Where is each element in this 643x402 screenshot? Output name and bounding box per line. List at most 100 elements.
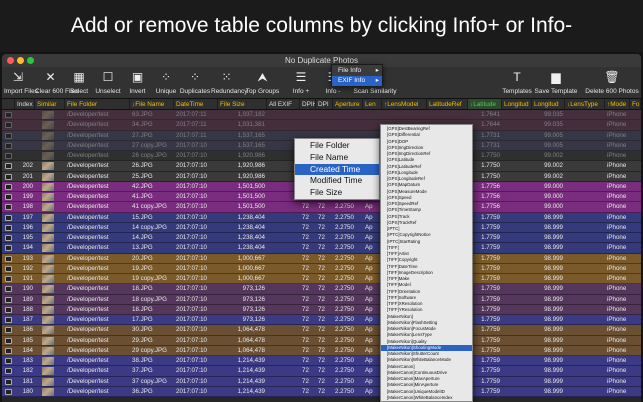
- row-checkbox[interactable]: [5, 317, 12, 323]
- column-header[interactable]: ↑LensModel: [382, 99, 427, 109]
- column-header[interactable]: ↓Latitude: [468, 99, 502, 109]
- toolbar-button-info-plus[interactable]: ☰ Info +: [286, 67, 316, 99]
- menu-item-exif-field[interactable]: [GPS]Differential: [381, 132, 472, 138]
- column-header[interactable]: LatitudeRef: [427, 99, 468, 109]
- row-checkbox[interactable]: [5, 183, 12, 190]
- column-header[interactable]: Len: [363, 99, 382, 109]
- column-header[interactable]: ↓File Name: [130, 99, 174, 109]
- row-checkbox[interactable]: [5, 276, 12, 282]
- column-header[interactable]: Similar: [35, 99, 65, 109]
- menu-item-exif-field[interactable]: [GPS]Track: [381, 214, 472, 220]
- column-header[interactable]: Fo: [630, 99, 641, 109]
- table-row[interactable]: 195/Developer/test 14.JPG 2017:07:10 1,238,…: [2, 233, 641, 244]
- menu-item-exif-field[interactable]: [IPTC]: [381, 226, 472, 232]
- row-checkbox[interactable]: [5, 368, 12, 375]
- row-checkbox[interactable]: [5, 255, 12, 262]
- table-row[interactable]: 197/Developer/test 15.JPG 2017:07:10 1,238,…: [2, 212, 641, 223]
- minimize-window-icon[interactable]: [17, 57, 24, 64]
- menu-item-exif-field[interactable]: [MakerCanon]MinAperture: [381, 382, 472, 388]
- table-row[interactable]: 184/Developer/test 29 copy.JPG 2017:07:10 1…: [2, 345, 641, 356]
- menu-item-exif-field[interactable]: [TIFF]: [381, 245, 472, 251]
- menu-item-exif-field[interactable]: [IPTC]StarRating: [381, 239, 472, 245]
- toolbar-button-import[interactable]: ⇲ Import Files: [4, 67, 38, 99]
- table-row[interactable]: 193/Developer/test 20.JPG 2017:07:10 1,000,…: [2, 253, 641, 264]
- menu-item-exif-field[interactable]: [MakerNikon]ShootingMode: [381, 344, 472, 351]
- menu-item-exif-field[interactable]: [MakerCanon]ContinuousDrive: [381, 370, 472, 376]
- menu-item-exif-field[interactable]: [GPS]Longitude: [381, 170, 472, 176]
- menu-item-exif-field[interactable]: [MakerCanon]UniqueModelID: [381, 389, 472, 395]
- menu-item-modified-time[interactable]: Modified Time: [295, 175, 379, 187]
- menu-item-exif-field[interactable]: [GPS]LongitudeRef: [381, 176, 472, 182]
- row-checkbox[interactable]: [5, 224, 12, 231]
- menu-item-exif-field[interactable]: [MakerNikon]LensType: [381, 332, 472, 338]
- table-row[interactable]: 188/Developer/test 18.JPG 2017:07:10 973,12…: [2, 304, 641, 315]
- toolbar-button-save-template[interactable]: ▆ Save Template: [532, 67, 580, 99]
- menu-item-exif-field[interactable]: [IPTC]CopyrightNotice: [381, 232, 472, 238]
- menu-item-created-time[interactable]: Created Time: [295, 163, 379, 176]
- row-checkbox[interactable]: [5, 204, 12, 211]
- column-header[interactable]: DateTime: [174, 99, 218, 109]
- menu-item-file-info[interactable]: File Info ▸: [332, 66, 382, 76]
- column-header[interactable]: DPIH: [300, 99, 316, 109]
- table-row[interactable]: 183/Developer/test 38.JPG 2017:07:10 1,214,…: [2, 356, 641, 367]
- menu-item-file-folder[interactable]: File Folder: [295, 140, 379, 152]
- table-row[interactable]: /Developer/test 63.JPG 2017:07:11 1,037,182…: [2, 110, 641, 121]
- toolbar-button-templates[interactable]: T Templates: [502, 67, 532, 99]
- row-checkbox[interactable]: [5, 194, 12, 200]
- menu-item-exif-field[interactable]: [GPS]MeasureMode: [381, 189, 472, 195]
- row-checkbox[interactable]: [5, 173, 12, 180]
- table-row[interactable]: 181/Developer/test 37 copy.JPG 2017:07:10 1…: [2, 376, 641, 387]
- row-checkbox[interactable]: [5, 235, 12, 241]
- row-checkbox[interactable]: [5, 112, 12, 118]
- menu-item-exif-field[interactable]: [GPS]ImgDirectionRef: [381, 151, 472, 157]
- table-row[interactable]: 189/Developer/test 18 copy.JPG 2017:07:10 9…: [2, 294, 641, 305]
- table-row[interactable]: 180/Developer/test 36.JPG 2017:07:10 1,214,…: [2, 386, 641, 397]
- menu-item-exif-field[interactable]: [GPS]DOP: [381, 139, 472, 145]
- row-checkbox[interactable]: [5, 388, 12, 395]
- menu-item-exif-field[interactable]: [TIFF]XResolution: [381, 301, 472, 307]
- toolbar-button-unique[interactable]: ⁘ Unique: [152, 67, 180, 99]
- menu-item-exif-field[interactable]: [MakerNikon]Quality: [381, 339, 472, 345]
- row-checkbox[interactable]: [5, 153, 12, 159]
- menu-item-exif-field[interactable]: [GPS]MapDatum: [381, 182, 472, 188]
- toolbar-button-duplicates[interactable]: ⁘ Duplicates: [179, 67, 211, 99]
- column-header[interactable]: [2, 99, 15, 109]
- table-row[interactable]: 190/Developer/test 18.JPG 2017:07:10 973,12…: [2, 284, 641, 295]
- menu-item-file-name[interactable]: File Name: [295, 152, 379, 164]
- row-checkbox[interactable]: [5, 214, 12, 221]
- menu-item-exif-field[interactable]: [TIFF]ImageDescription: [381, 270, 472, 276]
- menu-item-exif-field[interactable]: [TIFF]Artist: [381, 251, 472, 257]
- menu-item-exif-field[interactable]: [GPS]TimeStamp: [381, 207, 472, 213]
- menu-item-exif-field[interactable]: [TIFF]YResolution: [381, 307, 472, 313]
- toolbar-button-invert[interactable]: ▣ Invert: [123, 67, 152, 99]
- column-header[interactable]: File Size: [218, 99, 267, 109]
- column-header[interactable]: File Folder: [65, 99, 130, 109]
- row-checkbox[interactable]: [5, 306, 12, 313]
- menu-item-exif-field[interactable]: [MakerCanon]: [381, 364, 472, 370]
- toolbar-button-top-groups[interactable]: ⮝ Top Groups: [241, 67, 284, 99]
- menu-item-exif-field[interactable]: [MakerNikon]FocusMode: [381, 326, 472, 332]
- menu-item-exif-field[interactable]: [MakerNikon]FlashSetting: [381, 320, 472, 326]
- menu-item-exif-field[interactable]: [TIFF]Software: [381, 295, 472, 301]
- table-row[interactable]: 192/Developer/test 19.JPG 2017:07:10 1,000,…: [2, 263, 641, 274]
- column-header[interactable]: Longitud: [502, 99, 532, 109]
- column-header[interactable]: Longitud: [532, 99, 565, 109]
- menu-item-exif-field[interactable]: [MakerCanon]WhiteBalanceIndex: [381, 395, 472, 401]
- toolbar-button-unselect[interactable]: ☐ Unselect: [93, 67, 123, 99]
- table-row[interactable]: 186/Developer/test 30.JPG 2017:07:10 1,064,…: [2, 325, 641, 336]
- menu-item-exif-field[interactable]: [TIFF]DateTime: [381, 264, 472, 270]
- table-row[interactable]: 187/Developer/test 17.JPG 2017:07:10 973,12…: [2, 315, 641, 326]
- row-checkbox[interactable]: [5, 245, 12, 252]
- menu-item-exif-field[interactable]: [TIFF]Make: [381, 276, 472, 282]
- row-checkbox[interactable]: [5, 327, 12, 334]
- column-header[interactable]: Aperture: [333, 99, 363, 109]
- menu-item-exif-info[interactable]: EXIF Info ▸: [332, 76, 382, 86]
- row-checkbox[interactable]: [5, 296, 12, 303]
- toolbar-button-select-all[interactable]: ▦ Select: [65, 67, 93, 99]
- table-row[interactable]: 196/Developer/test 14 copy.JPG 2017:07:10 1…: [2, 222, 641, 233]
- menu-item-exif-field[interactable]: [TIFF]Model: [381, 282, 472, 288]
- menu-item-exif-field[interactable]: [TIFF]Copyright: [381, 257, 472, 263]
- menu-item-exif-field[interactable]: [GPS]Latitude: [381, 157, 472, 163]
- menu-item-exif-field[interactable]: [GPS]DestBearingRef: [381, 126, 472, 132]
- menu-item-exif-field[interactable]: [MakerNikon]ShutterCount: [381, 351, 472, 357]
